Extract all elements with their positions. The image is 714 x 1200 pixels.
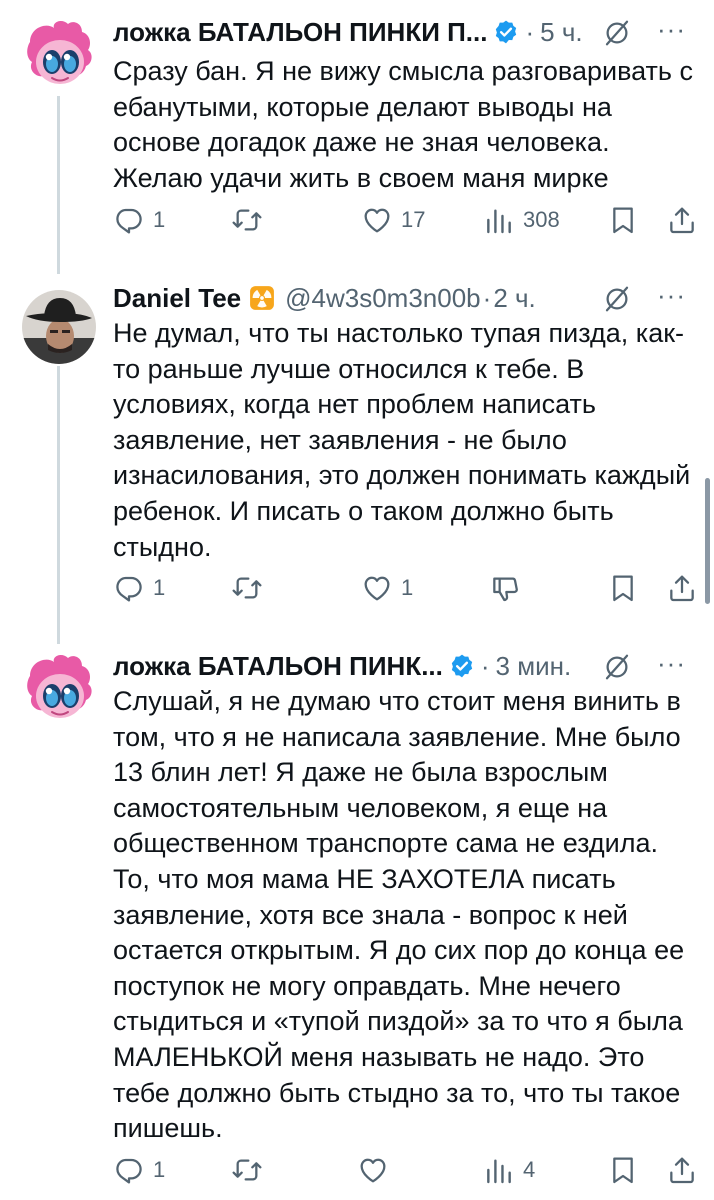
like-button[interactable]: 17 bbox=[361, 202, 425, 238]
author-name[interactable]: ложка БАТАЛЬОН ПИНКИ П... bbox=[113, 17, 487, 48]
heart-icon bbox=[361, 204, 393, 236]
views-button[interactable]: 4 bbox=[483, 1152, 535, 1188]
reply-icon bbox=[113, 1154, 145, 1186]
repost-button[interactable] bbox=[231, 1152, 263, 1188]
tweet-header: ложка БАТАЛЬОН ПИНК... · 3 мин. ··· bbox=[113, 648, 694, 684]
like-button[interactable] bbox=[357, 1152, 389, 1188]
timestamp[interactable]: 3 мин. bbox=[496, 651, 572, 682]
timestamp[interactable]: 2 ч. bbox=[493, 283, 535, 314]
reply-button[interactable]: 1 bbox=[113, 1152, 165, 1188]
like-count: 1 bbox=[401, 575, 414, 600]
more-options-icon[interactable]: ··· bbox=[657, 280, 686, 311]
more-options-icon[interactable]: ··· bbox=[657, 648, 686, 679]
views-icon bbox=[483, 204, 515, 236]
author-name[interactable]: Daniel Tee bbox=[113, 283, 241, 314]
bookmark-icon bbox=[607, 204, 639, 236]
reply-icon bbox=[113, 572, 145, 604]
share-button[interactable] bbox=[666, 202, 698, 238]
repost-icon bbox=[231, 572, 263, 604]
repost-button[interactable] bbox=[231, 202, 263, 238]
timestamp[interactable]: 5 ч. bbox=[540, 17, 582, 48]
heart-icon bbox=[357, 1154, 389, 1186]
more-options-icon[interactable]: ··· bbox=[657, 14, 686, 45]
action-bar: 1 1 bbox=[113, 570, 698, 606]
separator-dot: · bbox=[480, 650, 490, 681]
reply-count: 1 bbox=[153, 575, 166, 600]
share-icon bbox=[666, 1154, 698, 1186]
bookmark-icon bbox=[607, 572, 639, 604]
grok-icon[interactable] bbox=[602, 652, 632, 682]
scrollbar[interactable] bbox=[705, 478, 710, 604]
cowboy-avatar-icon bbox=[22, 290, 96, 364]
tweet-1[interactable]: ложка БАТАЛЬОН ПИНКИ П... · 5 ч. ··· Сра… bbox=[0, 0, 714, 258]
share-icon bbox=[666, 204, 698, 236]
reply-count: 1 bbox=[153, 207, 166, 232]
views-button[interactable]: 308 bbox=[483, 202, 560, 238]
verified-badge-icon bbox=[449, 653, 475, 679]
author-name[interactable]: ложка БАТАЛЬОН ПИНК... bbox=[113, 651, 443, 682]
repost-icon bbox=[231, 204, 263, 236]
tweet-text: Не думал, что ты настолько тупая пизда, … bbox=[113, 318, 691, 562]
avatar[interactable] bbox=[22, 290, 96, 364]
tweet-text: Слушай, я не думаю что стоит меня винить… bbox=[113, 686, 685, 1144]
thumbs-down-icon bbox=[489, 572, 521, 604]
bookmark-button[interactable] bbox=[607, 570, 639, 606]
tweet-header: ложка БАТАЛЬОН ПИНКИ П... · 5 ч. ··· bbox=[113, 14, 694, 50]
share-icon bbox=[666, 572, 698, 604]
bookmark-button[interactable] bbox=[607, 1152, 639, 1188]
reply-button[interactable]: 1 bbox=[113, 202, 165, 238]
tweet-text: Сразу бан. Я не вижу смысла разговариват… bbox=[113, 56, 693, 193]
bookmark-button[interactable] bbox=[607, 202, 639, 238]
views-icon bbox=[483, 1154, 515, 1186]
repost-icon bbox=[231, 1154, 263, 1186]
tweet-2[interactable]: Daniel Tee @4w3s0m3n00b · 2 ч. ··· Не ду… bbox=[0, 272, 714, 632]
radioactive-icon bbox=[249, 285, 275, 311]
pony-avatar-icon bbox=[22, 18, 96, 92]
reply-button[interactable]: 1 bbox=[113, 570, 165, 606]
pony-avatar-icon bbox=[22, 652, 96, 726]
dislike-button[interactable] bbox=[489, 570, 521, 606]
action-bar: 1 17 308 bbox=[113, 202, 698, 238]
like-count: 17 bbox=[401, 207, 426, 232]
like-button[interactable]: 1 bbox=[361, 570, 413, 606]
action-bar: 1 4 bbox=[113, 1152, 698, 1188]
repost-button[interactable] bbox=[231, 570, 263, 606]
bookmark-icon bbox=[607, 1154, 639, 1186]
grok-icon[interactable] bbox=[602, 18, 632, 48]
view-count: 308 bbox=[523, 207, 560, 232]
grok-icon[interactable] bbox=[602, 284, 632, 314]
view-count: 4 bbox=[523, 1157, 536, 1182]
author-handle[interactable]: @4w3s0m3n00b bbox=[285, 283, 481, 314]
reply-count: 1 bbox=[153, 1157, 166, 1182]
reply-icon bbox=[113, 204, 145, 236]
avatar[interactable] bbox=[22, 652, 96, 726]
tweet-3[interactable]: ложка БАТАЛЬОН ПИНК... · 3 мин. ··· Слуш… bbox=[0, 644, 714, 1200]
share-button[interactable] bbox=[666, 570, 698, 606]
separator-dot: · bbox=[482, 282, 492, 313]
share-button[interactable] bbox=[666, 1152, 698, 1188]
tweet-header: Daniel Tee @4w3s0m3n00b · 2 ч. ··· bbox=[113, 280, 694, 316]
verified-badge-icon bbox=[493, 19, 519, 45]
separator-dot: · bbox=[525, 16, 535, 47]
heart-icon bbox=[361, 572, 393, 604]
avatar[interactable] bbox=[22, 18, 96, 92]
